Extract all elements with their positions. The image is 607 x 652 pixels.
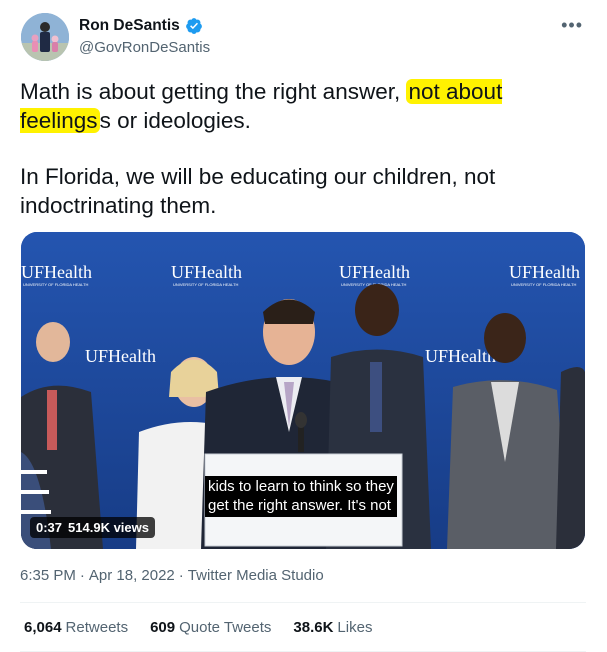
author-handle[interactable]: @GovRonDeSantis — [79, 39, 210, 56]
video-meta-badge: 0:37 514.9K views — [30, 517, 155, 538]
avatar[interactable] — [21, 13, 69, 61]
meta-separator: · — [79, 567, 85, 584]
video-player[interactable]: UFHealth UFHealth UFHealth UFHealth UFHe… — [21, 232, 585, 549]
more-options-icon[interactable]: ••• — [561, 16, 583, 34]
tweet-text-part: Math is about getting the right answer, — [20, 79, 407, 104]
quote-tweets-count: 609 — [150, 619, 176, 636]
retweets-count: 6,064 — [24, 619, 62, 636]
caption-line: kids to learn to think so they — [208, 478, 394, 495]
quote-tweets-stat[interactable]: 609 Quote Tweets — [150, 619, 271, 636]
divider — [20, 602, 586, 603]
tweet-card: Ron DeSantis @GovRonDeSantis ••• Math is… — [0, 0, 607, 652]
likes-stat[interactable]: 38.6K Likes — [293, 619, 372, 636]
backdrop-logo: UFHealth — [425, 346, 496, 366]
avatar-image — [21, 13, 69, 61]
likes-label: Likes — [337, 619, 373, 636]
backdrop-logo: UFHealth — [21, 262, 92, 282]
tweet-text-part: s or ideologies. — [99, 107, 251, 133]
tweet-paragraph-1: Math is about getting the right answer, … — [20, 78, 585, 135]
caption-line: get the right answer. It's not — [208, 497, 391, 514]
likes-count: 38.6K — [293, 619, 334, 636]
tweet-date[interactable]: Apr 18, 2022 — [89, 567, 175, 584]
video-caption: kids to learn to think so they get the r… — [205, 476, 397, 517]
tweet-metadata: 6:35 PM · Apr 18, 2022 · Twitter Media S… — [20, 567, 324, 584]
backdrop-subtitle: UNIVERSITY OF FLORIDA HEALTH — [511, 282, 577, 287]
retweets-stat[interactable]: 6,064 Retweets — [24, 619, 128, 636]
author-name[interactable]: Ron DeSantis — [79, 17, 180, 35]
video-duration: 0:37 — [36, 520, 63, 535]
tweet-text: Math is about getting the right answer, … — [20, 78, 585, 220]
tweet-time[interactable]: 6:35 PM — [20, 567, 76, 584]
verified-badge-icon — [185, 17, 203, 35]
backdrop-subtitle: UNIVERSITY OF FLORIDA HEALTH — [23, 282, 89, 287]
tweet-paragraph-2: In Florida, we will be educating our chi… — [20, 164, 496, 218]
meta-separator: · — [178, 567, 184, 584]
backdrop-logo: UFHealth — [339, 262, 410, 282]
backdrop-subtitle: UNIVERSITY OF FLORIDA HEALTH — [173, 282, 239, 287]
author-name-row: Ron DeSantis — [79, 17, 203, 35]
engagement-stats: 6,064 Retweets 609 Quote Tweets 38.6K Likes — [24, 619, 372, 636]
backdrop-logo: UFHealth — [85, 346, 156, 366]
video-views: 514.9K views — [68, 520, 149, 535]
backdrop-logo: UFHealth — [171, 262, 242, 282]
quote-tweets-label: Quote Tweets — [179, 619, 272, 636]
retweets-label: Retweets — [65, 619, 129, 636]
tweet-source[interactable]: Twitter Media Studio — [188, 567, 324, 584]
backdrop-logo: UFHealth — [509, 262, 580, 282]
